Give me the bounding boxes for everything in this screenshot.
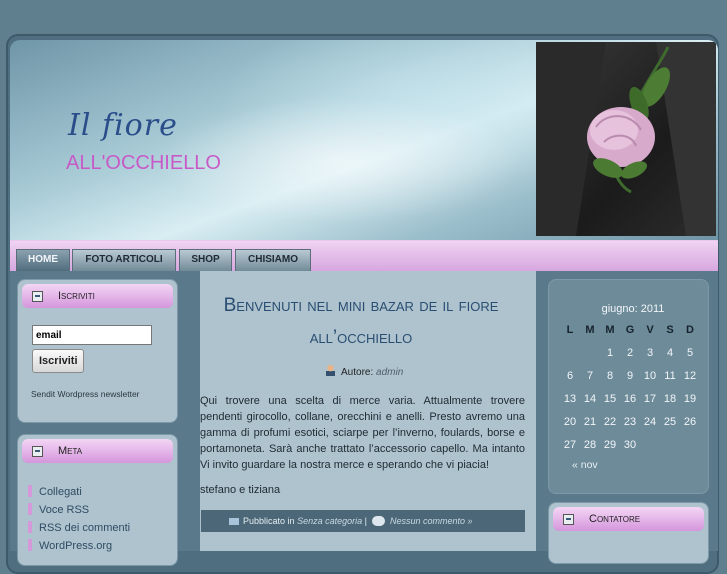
- newsletter-credit: Sendit Wordpress newsletter: [31, 389, 140, 399]
- calendar-day: 30: [623, 439, 637, 451]
- bullet-icon: [28, 503, 32, 515]
- weekday: S: [666, 324, 674, 336]
- calendar-day: 2: [626, 347, 634, 359]
- meta-widget-header: Meta: [22, 439, 173, 463]
- weekday: D: [686, 324, 694, 336]
- calendar-day: 18: [663, 393, 677, 405]
- post-author: Autore: admin: [326, 365, 403, 378]
- header-rose-image: [536, 42, 716, 236]
- calendar-day: 6: [566, 370, 574, 382]
- calendar-day: 28: [583, 439, 597, 451]
- calendar-weekdays: L M M G V S D: [560, 319, 706, 342]
- weekday: M: [585, 324, 595, 336]
- meta-link-collegati[interactable]: Collegati: [28, 485, 82, 498]
- author-link[interactable]: admin: [376, 367, 403, 378]
- category-link[interactable]: Senza categoria: [297, 516, 362, 526]
- iscriviti-widget-header: Iscriviti: [22, 284, 173, 308]
- calendar-day: [680, 434, 700, 457]
- calendar-day: 19: [683, 393, 697, 405]
- calendar-day: 25: [663, 416, 677, 428]
- calendar-day: 1: [606, 347, 614, 359]
- calendar-week: 27 28 29 30: [560, 434, 706, 457]
- calendar-day: 5: [686, 347, 694, 359]
- calendar-day: 10: [643, 370, 657, 382]
- calendar-prev-link[interactable]: « nov: [572, 459, 598, 471]
- email-field[interactable]: [32, 325, 152, 345]
- post-signature: stefano e tiziana: [200, 484, 281, 496]
- calendar-day: 29: [603, 439, 617, 451]
- tab-foto-articoli[interactable]: FOTO ARTICOLI: [72, 249, 176, 272]
- calendar-day: 13: [563, 393, 577, 405]
- weekday: L: [566, 324, 574, 336]
- post-footer: Pubblicato in Senza categoria | Nessun co…: [201, 510, 525, 532]
- contatore-heading: Contatore: [589, 513, 641, 525]
- site-subtitle: ALL'OCCHIELLO: [66, 152, 221, 174]
- iscriviti-heading: Iscriviti: [58, 290, 95, 302]
- calendar-day: 23: [623, 416, 637, 428]
- tab-shop[interactable]: SHOP: [179, 249, 232, 272]
- comments-link[interactable]: Nessun commento »: [390, 516, 473, 526]
- tab-home[interactable]: HOME: [16, 249, 70, 272]
- widget-toggle-icon: [32, 446, 43, 457]
- calendar-day: [640, 434, 660, 457]
- weekday: M: [605, 324, 615, 336]
- calendar-week: 13 14 15 16 17 18 19: [560, 388, 706, 411]
- sendit-link[interactable]: Sendit: [31, 389, 55, 399]
- widget-toggle-icon: [563, 514, 574, 525]
- newsletter-credit-text: Wordpress newsletter: [55, 389, 140, 399]
- calendar-week: 20 21 22 23 24 25 26: [560, 411, 706, 434]
- site-header: Il fiore ALL'OCCHIELLO: [10, 40, 718, 240]
- weekday: G: [625, 324, 635, 336]
- calendar-day: 8: [606, 370, 614, 382]
- folder-icon: [229, 518, 239, 525]
- calendar-day: 15: [603, 393, 617, 405]
- iscriviti-button[interactable]: Iscriviti: [32, 349, 84, 373]
- calendar-day: 27: [563, 439, 577, 451]
- calendar-day: 21: [583, 416, 597, 428]
- calendar-day: [560, 342, 580, 365]
- calendar-day: 26: [683, 416, 697, 428]
- author-label: Autore:: [341, 367, 374, 378]
- main-nav: HOME FOTO ARTICOLI SHOP CHISIAMO: [10, 240, 718, 272]
- comment-bubble-icon: [371, 516, 385, 526]
- calendar-day: 9: [626, 370, 634, 382]
- published-label: Pubblicato in: [243, 516, 295, 526]
- calendar-day: 3: [646, 347, 654, 359]
- contatore-widget: Contatore: [548, 502, 709, 564]
- calendar-day: 4: [666, 347, 674, 359]
- bullet-icon: [28, 485, 32, 497]
- calendar-day: 22: [603, 416, 617, 428]
- meta-heading: Meta: [58, 445, 83, 457]
- calendar-week: 1 2 3 4 5: [560, 342, 706, 365]
- calendar-day: 14: [583, 393, 597, 405]
- site-title[interactable]: Il fiore: [68, 108, 178, 143]
- weekday: V: [646, 324, 654, 336]
- calendar-day: 11: [664, 370, 676, 382]
- post-title[interactable]: Benvenuti nel mini bazar de il fiore all…: [196, 290, 526, 354]
- footer-separator: |: [364, 516, 367, 526]
- calendar-day: 16: [623, 393, 637, 405]
- contatore-widget-header: Contatore: [553, 507, 704, 531]
- calendar-day: 7: [586, 370, 594, 382]
- meta-link-rss[interactable]: Voce RSS: [28, 503, 89, 516]
- post-body: Qui trovere una scelta di merce varia. A…: [200, 395, 525, 471]
- calendar-week: 6 7 8 9 10 11 12: [560, 365, 706, 388]
- bullet-icon: [28, 539, 32, 551]
- meta-link-rss-comments[interactable]: RSS dei commenti: [28, 521, 130, 534]
- calendar-day: 17: [643, 393, 657, 405]
- calendar-day: [580, 342, 600, 365]
- meta-link-wordpress[interactable]: WordPress.org: [28, 539, 112, 552]
- calendar: giugno: 2011 L M M G V S D 1 2 3 4 5 6 7…: [560, 299, 706, 457]
- calendar-day: 20: [563, 416, 577, 428]
- bullet-icon: [28, 521, 32, 533]
- calendar-day: [660, 434, 680, 457]
- tab-chisiamo[interactable]: CHISIAMO: [235, 249, 311, 272]
- calendar-caption: giugno: 2011: [601, 303, 665, 315]
- widget-toggle-icon: [32, 291, 43, 302]
- calendar-day: 12: [683, 370, 697, 382]
- user-icon: [326, 365, 335, 376]
- calendar-day: 24: [643, 416, 657, 428]
